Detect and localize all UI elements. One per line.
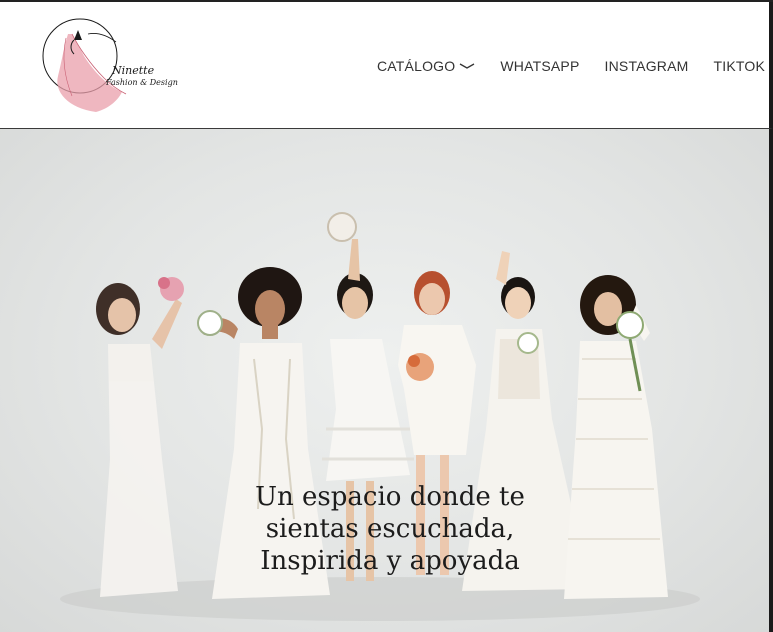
main-nav: CATÁLOGO WHATSAPP INSTAGRAM TIKTOK (377, 58, 765, 74)
chevron-down-icon (460, 63, 475, 69)
bride-figure (564, 275, 668, 599)
nav-item-whatsapp[interactable]: WHATSAPP (500, 58, 579, 74)
nav-item-tiktok[interactable]: TIKTOK (714, 58, 766, 74)
hero-headline-line: Inspirida y apoyada (260, 546, 520, 576)
nav-item-label: WHATSAPP (500, 58, 580, 74)
bride-figure (96, 277, 184, 597)
nav-item-catalogo[interactable]: CATÁLOGO (377, 58, 475, 74)
nav-item-label: CATÁLOGO (377, 58, 456, 74)
logo-tagline: Fashion & Design (106, 78, 178, 87)
hero-banner: Un espacio donde te sientas escuchada, I… (0, 129, 773, 632)
hero-headline-line: Un espacio donde te (255, 482, 525, 512)
site-header: Ninette Fashion & Design CATÁLOGO WHATSA… (0, 2, 773, 129)
hero-headline-line: sientas escuchada, (265, 514, 515, 544)
hero-headline: Un espacio donde te sientas escuchada, I… (210, 481, 570, 577)
logo-name: Ninette (112, 64, 155, 77)
nav-item-label: TIKTOK (713, 58, 766, 74)
brand-logo[interactable]: Ninette Fashion & Design (38, 16, 178, 116)
nav-item-label: INSTAGRAM (604, 58, 689, 74)
nav-item-instagram[interactable]: INSTAGRAM (605, 58, 689, 74)
